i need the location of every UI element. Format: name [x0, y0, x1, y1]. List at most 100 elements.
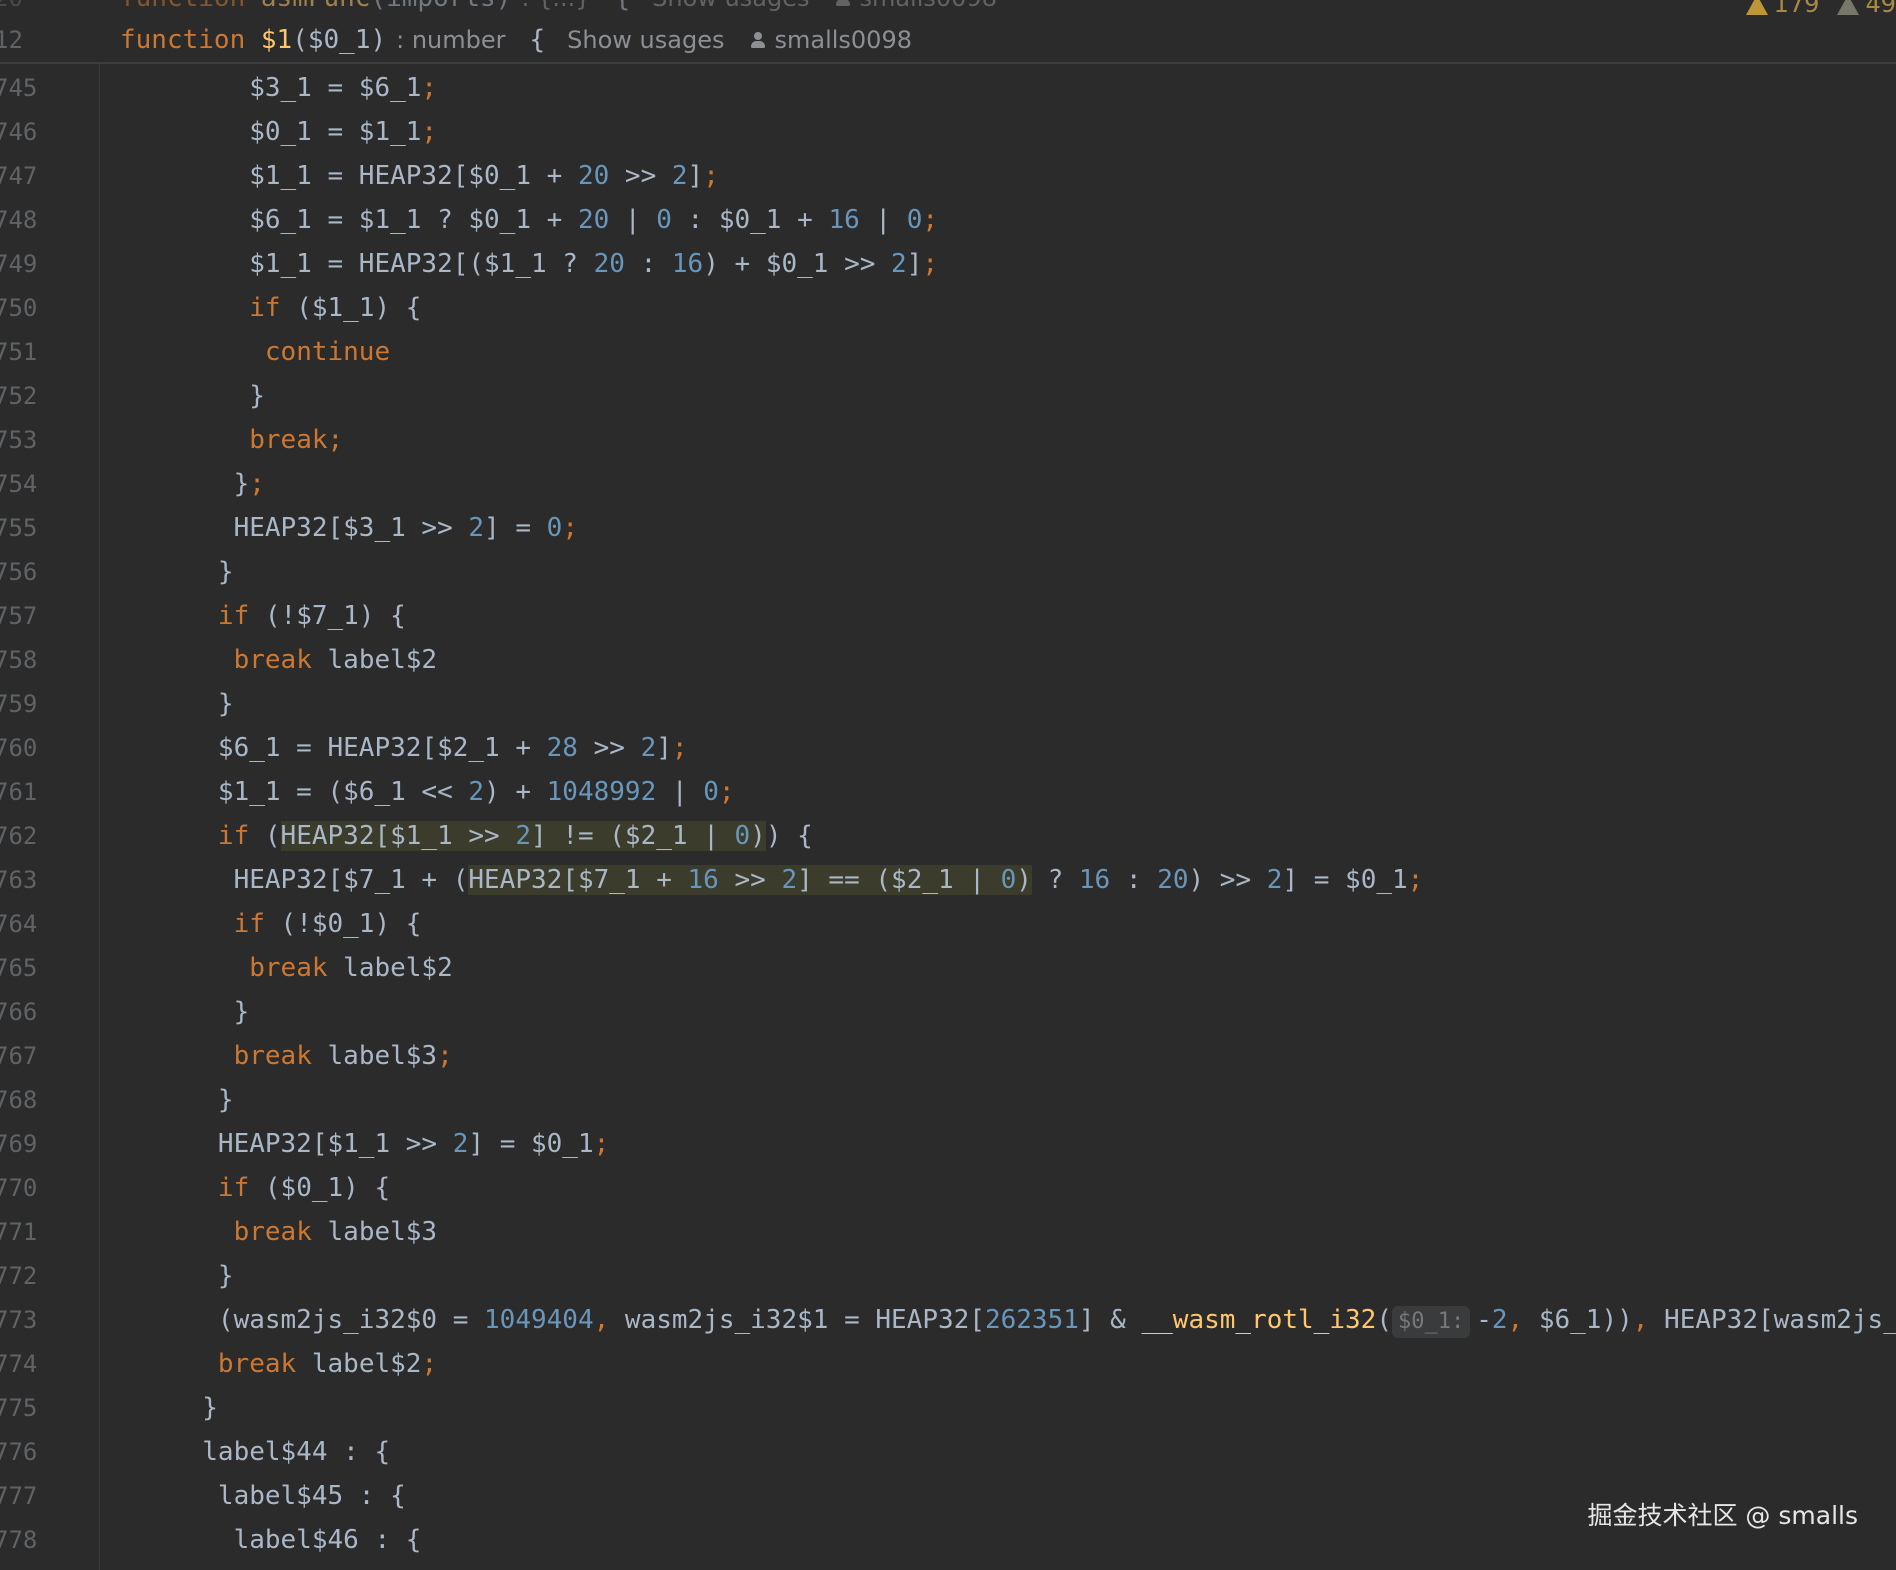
code-text[interactable]: }	[124, 1386, 218, 1430]
code-line[interactable]: 761 $1_1 = ($6_1 << 2) + 1048992 | 0;	[0, 770, 1896, 814]
code-line[interactable]: 760 $6_1 = HEAP32[$2_1 + 28 >> 2];	[0, 726, 1896, 770]
code-line[interactable]: 765 break label$2	[0, 946, 1896, 990]
line-number: 776	[0, 1438, 38, 1466]
code-text[interactable]: continue	[124, 330, 390, 374]
code-text[interactable]: if (HEAP32[$1_1 >> 2] != ($2_1 | 0)) {	[124, 814, 813, 858]
line-number: 763	[0, 866, 38, 894]
code-text[interactable]: $1_1 = HEAP32[($1_1 ? 20 : 16) + $0_1 >>…	[124, 242, 938, 286]
sticky-function-header[interactable]: 12 function $1 ($0_1) : number { Show usa…	[0, 18, 1896, 64]
line-number: 767	[0, 1042, 38, 1070]
code-text[interactable]: label$45 : {	[124, 1474, 406, 1518]
weak-warnings-counter[interactable]: 49	[1837, 0, 1896, 18]
code-text[interactable]: };	[124, 462, 265, 506]
code-line[interactable]: 748 $6_1 = $1_1 ? $0_1 + 20 | 0 : $0_1 +…	[0, 198, 1896, 242]
code-line[interactable]: 749 $1_1 = HEAP32[($1_1 ? 20 : 16) + $0_…	[0, 242, 1896, 286]
code-line[interactable]: 750 if ($1_1) {	[0, 286, 1896, 330]
code-text[interactable]: break label$2	[124, 946, 453, 990]
inspection-widget[interactable]: 179 49	[1745, 0, 1896, 18]
code-text[interactable]: if (!$0_1) {	[124, 902, 422, 946]
code-text[interactable]: }	[124, 374, 265, 418]
code-text[interactable]: label$46 : {	[124, 1518, 422, 1562]
function-keyword: function	[120, 25, 246, 55]
code-text[interactable]: $1_1 = ($6_1 << 2) + 1048992 | 0;	[124, 770, 735, 814]
code-editor[interactable]: 20 function asmFunc(imports) : {...} { S…	[0, 0, 1896, 1570]
code-text[interactable]: break label$3;	[124, 1034, 453, 1078]
code-text[interactable]: $3_1 = $6_1;	[124, 66, 437, 110]
code-line[interactable]: 753 break;	[0, 418, 1896, 462]
code-text[interactable]: break label$2;	[124, 1342, 437, 1386]
line-number: 765	[0, 954, 38, 982]
code-line[interactable]: 774 break label$2;	[0, 1342, 1896, 1386]
line-number: 777	[0, 1482, 38, 1510]
code-text[interactable]: break label$2	[124, 638, 438, 682]
function-params: ($0_1)	[292, 25, 387, 55]
code-text[interactable]: HEAP32[$1_1 >> 2] = $0_1;	[124, 1122, 609, 1166]
line-number: 773	[0, 1306, 38, 1334]
show-usages-link[interactable]: Show usages	[567, 26, 724, 54]
line-number: 772	[0, 1262, 38, 1290]
code-lines[interactable]: 745 $3_1 = $6_1; 746 $0_1 = $1_1; 747 $1_1…	[0, 66, 1896, 1562]
code-line[interactable]: 768 }	[0, 1078, 1896, 1122]
code-line[interactable]: 773 (wasm2js_i32$0 = 1049404, wasm2js_i3…	[0, 1298, 1896, 1342]
code-line[interactable]: 747 $1_1 = HEAP32[$0_1 + 20 >> 2];	[0, 154, 1896, 198]
function-name: asmFunc	[261, 0, 371, 13]
code-text[interactable]: }	[124, 1078, 234, 1122]
code-text[interactable]: if ($1_1) {	[124, 286, 421, 330]
code-line[interactable]: 763 HEAP32[$7_1 + (HEAP32[$7_1 + 16 >> 2…	[0, 858, 1896, 902]
code-line[interactable]: 771 break label$3	[0, 1210, 1896, 1254]
code-line[interactable]: 746 $0_1 = $1_1;	[0, 110, 1896, 154]
code-line[interactable]: 764 if (!$0_1) {	[0, 902, 1896, 946]
code-line[interactable]: 767 break label$3;	[0, 1034, 1896, 1078]
line-number: 751	[0, 338, 38, 366]
code-text[interactable]: $6_1 = HEAP32[$2_1 + 28 >> 2];	[124, 726, 688, 770]
code-text[interactable]: HEAP32[$3_1 >> 2] = 0;	[124, 506, 578, 550]
code-text[interactable]: HEAP32[$7_1 + (HEAP32[$7_1 + 16 >> 2] ==…	[124, 858, 1423, 902]
line-number: 775	[0, 1394, 38, 1422]
code-line[interactable]: 762 if (HEAP32[$1_1 >> 2] != ($2_1 | 0))…	[0, 814, 1896, 858]
code-text[interactable]: $1_1 = HEAP32[$0_1 + 20 >> 2];	[124, 154, 719, 198]
code-line[interactable]: 758 break label$2	[0, 638, 1896, 682]
weak-warning-icon	[1837, 0, 1860, 15]
code-line[interactable]: 770 if ($0_1) {	[0, 1166, 1896, 1210]
function-params: (imports)	[370, 0, 511, 13]
code-line[interactable]: 757 if (!$7_1) {	[0, 594, 1896, 638]
code-text[interactable]: $0_1 = $1_1;	[124, 110, 437, 154]
code-line[interactable]: 759 }	[0, 682, 1896, 726]
author-name[interactable]: smalls0098	[859, 0, 997, 12]
code-text[interactable]: (wasm2js_i32$0 = 1049404, wasm2js_i32$1 …	[124, 1298, 1896, 1342]
code-text[interactable]: if (!$7_1) {	[124, 594, 406, 638]
ghost-sticky-header: 20 function asmFunc(imports) : {...} { S…	[0, 0, 1896, 20]
code-line[interactable]: 751 continue	[0, 330, 1896, 374]
code-line[interactable]: 772 }	[0, 1254, 1896, 1298]
code-line[interactable]: 756 }	[0, 550, 1896, 594]
code-line[interactable]: 769 HEAP32[$1_1 >> 2] = $0_1;	[0, 1122, 1896, 1166]
code-line[interactable]: 766 }	[0, 990, 1896, 1034]
code-text[interactable]: label$44 : {	[124, 1430, 390, 1474]
code-text[interactable]: }	[124, 990, 250, 1034]
code-line[interactable]: 755 HEAP32[$3_1 >> 2] = 0;	[0, 506, 1896, 550]
code-line[interactable]: 752 }	[0, 374, 1896, 418]
line-number: 768	[0, 1086, 38, 1114]
code-line[interactable]: 754 };	[0, 462, 1896, 506]
show-usages-link[interactable]: Show usages	[652, 0, 809, 12]
line-number: 746	[0, 118, 38, 146]
function-name: $1	[260, 25, 293, 55]
code-text[interactable]: }	[124, 1254, 234, 1298]
code-text[interactable]: break label$3	[124, 1210, 438, 1254]
author-name[interactable]: smalls0098	[774, 26, 912, 54]
code-text[interactable]: $6_1 = $1_1 ? $0_1 + 20 | 0 : $0_1 + 16 …	[124, 198, 938, 242]
code-text[interactable]: break;	[124, 418, 343, 462]
code-text[interactable]: }	[124, 682, 234, 726]
open-brace: {	[615, 0, 631, 13]
author-icon	[835, 0, 851, 7]
function-keyword: function	[120, 0, 245, 13]
warnings-counter[interactable]: 179	[1745, 0, 1819, 18]
line-number: 764	[0, 910, 38, 938]
code-text[interactable]: if ($0_1) {	[124, 1166, 390, 1210]
code-line[interactable]: 776 label$44 : {	[0, 1430, 1896, 1474]
line-number: 20	[0, 0, 100, 12]
code-text[interactable]: }	[124, 550, 234, 594]
code-line[interactable]: 745 $3_1 = $6_1;	[0, 66, 1896, 110]
code-line[interactable]: 775 }	[0, 1386, 1896, 1430]
parameter-hint: $0_1:	[1391, 1306, 1471, 1338]
